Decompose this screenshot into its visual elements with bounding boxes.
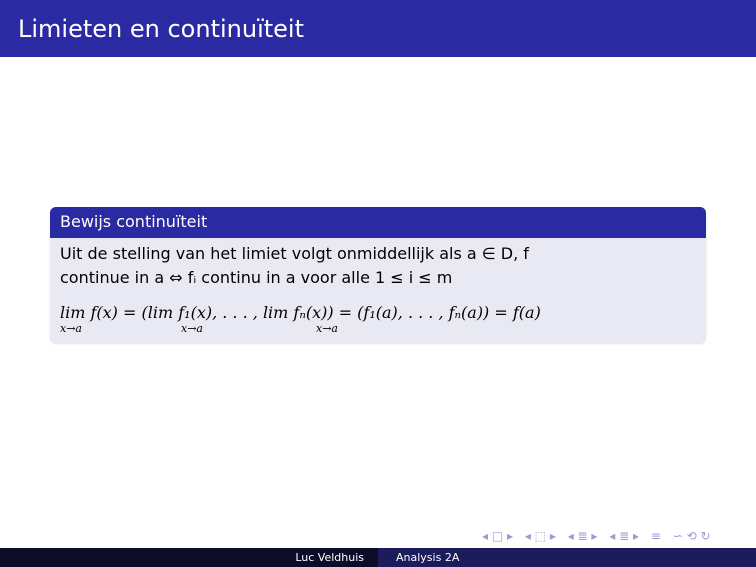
footer-author-panel: Luc Veldhuis — [0, 548, 378, 567]
slide-title-bar: Limieten en continuïteit — [0, 0, 756, 57]
footer-course: Analysis 2A — [396, 551, 460, 564]
limit-subscript-2: x→a — [181, 322, 203, 335]
nav-subsection-icon[interactable]: ◂ ⬚ ▸ — [525, 529, 556, 543]
nav-toc-icon[interactable]: ≡ — [651, 529, 661, 543]
footer-bar: Luc Veldhuis Analysis 2A — [0, 548, 756, 567]
proof-line-3: lim f(x) = (lim f₁(x), . . . , lim fₙ(x)… — [60, 303, 541, 322]
proof-block: Bewijs continuïteit Uit de stelling van … — [50, 207, 706, 343]
slide-title: Limieten en continuïteit — [18, 15, 304, 43]
limit-subscript-3: x→a — [316, 322, 338, 335]
nav-frame-icon[interactable]: ◂ □ ▸ — [482, 529, 513, 543]
proof-block-header: Bewijs continuïteit — [50, 207, 706, 238]
nav-search-icon[interactable]: ∽ ⟲ ↻ — [673, 529, 711, 543]
limit-subscript-1: x→a — [60, 322, 82, 335]
beamer-navigation[interactable]: ◂ □ ▸ ◂ ⬚ ▸ ◂ ≣ ▸ ◂ ≣ ▸ ≡ ∽ ⟲ ↻ — [482, 528, 752, 544]
nav-outline-icon[interactable]: ◂ ≣ ▸ — [609, 529, 639, 543]
proof-block-title: Bewijs continuïteit — [60, 212, 208, 231]
proof-line-2: continue in a ⇔ fᵢ continu in a voor all… — [60, 268, 453, 287]
nav-section-icon[interactable]: ◂ ≣ ▸ — [568, 529, 598, 543]
footer-course-panel: Analysis 2A — [378, 548, 756, 567]
footer-author: Luc Veldhuis — [295, 551, 364, 564]
proof-line-1: Uit de stelling van het limiet volgt onm… — [60, 244, 529, 263]
